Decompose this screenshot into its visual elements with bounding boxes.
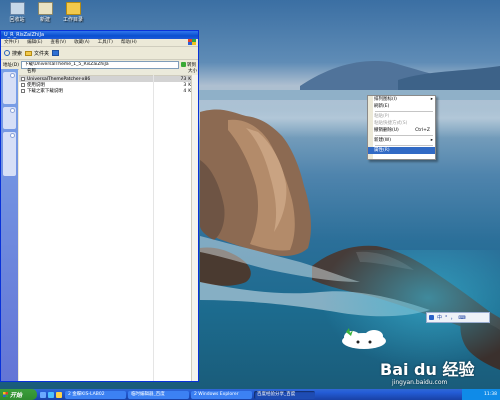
- text-file-icon: [21, 83, 25, 87]
- watermark-url: jingyan.baidu.com: [392, 379, 448, 386]
- system-tray: 11:38: [462, 389, 500, 400]
- menu-item-properties[interactable]: 属性(R): [368, 147, 435, 154]
- sea-glow: [320, 250, 500, 370]
- clock[interactable]: 11:38: [484, 392, 497, 397]
- task-pane: [1, 69, 18, 381]
- taskbar-button[interactable]: 2 Windows Explorer: [191, 390, 252, 399]
- menu-separator: [375, 111, 433, 112]
- menu-bar: 文件(F) 编辑(E) 查看(V) 收藏(A) 工具(T) 帮助(H): [1, 39, 198, 47]
- text-file-icon: [21, 89, 25, 93]
- menu-item-new[interactable]: 新建(W) ▸: [368, 137, 435, 144]
- folders-button-label: 文件夹: [34, 50, 50, 57]
- task-pane-card[interactable]: [3, 107, 16, 129]
- cartoon-cloud-sticker: [342, 328, 386, 349]
- ime-logo-icon[interactable]: [429, 315, 434, 320]
- menu-item-refresh[interactable]: 刷新(E): [368, 103, 435, 110]
- menu-item-paste-shortcut[interactable]: 粘贴快捷方式(S): [368, 120, 435, 127]
- ime-punct-button[interactable]: ，: [451, 314, 456, 321]
- column-divider: [153, 75, 154, 381]
- toolbar: 搜索 文件夹: [1, 47, 198, 60]
- taskbar-button-active[interactable]: 百度经验分享_百度: [254, 390, 315, 399]
- ime-fullwidth-button[interactable]: °: [445, 315, 448, 321]
- start-label: 开始: [10, 392, 23, 399]
- taskbar-button[interactable]: 临时编辑器_百度: [128, 390, 189, 399]
- windows-logo-icon: [188, 39, 196, 45]
- menu-item-undo-delete[interactable]: 撤销删除(U) Ctrl+Z: [368, 127, 435, 134]
- go-arrow-icon: [181, 62, 186, 67]
- submenu-arrow-icon: ▸: [430, 138, 433, 143]
- menu-accelerator: Ctrl+Z: [415, 128, 430, 133]
- go-button-label: 转到: [187, 62, 196, 68]
- start-button[interactable]: 开始: [0, 389, 37, 400]
- work-folder-desktop-icon[interactable]: 工作目录: [60, 2, 86, 23]
- ime-keyboard-button[interactable]: ⌨: [459, 315, 466, 321]
- menu-tools[interactable]: 工具(T): [98, 39, 113, 46]
- address-input[interactable]: 下载\UniversalTheme_1_5_RisZaiZhiJa: [20, 60, 179, 69]
- file-size: 3: [183, 82, 187, 88]
- desktop-icon-label: 工作目录: [62, 17, 83, 23]
- menu-edit[interactable]: 编辑(E): [27, 39, 42, 46]
- media-player-icon[interactable]: [56, 391, 62, 398]
- vertical-scrollbar[interactable]: [191, 75, 198, 381]
- window-titlebar[interactable]: U_R_RisZaiZhiJa: [1, 31, 198, 39]
- views-button[interactable]: [52, 50, 60, 56]
- new-folder-icon: [37, 2, 53, 15]
- collapse-chevron-icon[interactable]: [10, 133, 15, 138]
- menu-separator: [375, 135, 433, 136]
- desktop-context-menu: 排列图标(I) ▸ 刷新(E) 粘贴(P) 粘贴快捷方式(S) 撤销删除(U) Ct…: [367, 95, 436, 160]
- ime-language-bar[interactable]: 中 ° ， ⌨: [426, 312, 490, 323]
- menu-file[interactable]: 文件(F): [4, 39, 19, 46]
- new-desktop-icon[interactable]: 新建: [32, 2, 58, 23]
- folder-icon: [65, 2, 81, 15]
- search-button-label: 搜索: [12, 50, 23, 57]
- search-button[interactable]: 搜索: [4, 50, 22, 57]
- desktop-icon-label: 回收站: [9, 17, 25, 23]
- app-file-icon: [21, 77, 25, 81]
- menu-separator: [375, 145, 433, 146]
- windows-logo-icon: [3, 392, 8, 397]
- recycle-bin-desktop-icon[interactable]: 回收站: [4, 2, 30, 23]
- menu-favorites[interactable]: 收藏(A): [74, 39, 90, 46]
- ime-mode-button[interactable]: 中: [437, 314, 442, 321]
- show-desktop-icon[interactable]: [40, 391, 46, 398]
- collapse-chevron-icon[interactable]: [10, 108, 15, 113]
- file-name: 下载之家下载说明: [26, 89, 63, 94]
- collapse-chevron-icon[interactable]: [10, 73, 15, 78]
- task-pane-card[interactable]: [3, 132, 16, 176]
- recycle-bin-icon: [9, 2, 25, 15]
- explorer-window: U_R_RisZaiZhiJa 文件(F) 编辑(E) 查看(V) 收藏(A) …: [0, 30, 199, 382]
- folder-icon: [25, 50, 33, 56]
- taskbar: 开始 2 金蝶KIS-LAB02 临时编辑器_百度 2 Windows Expl…: [0, 389, 500, 400]
- desktop-icon-label: 新建: [39, 17, 50, 23]
- file-name: UniversalThemePatcher-x86: [26, 76, 91, 82]
- go-button[interactable]: 转到: [181, 62, 198, 68]
- watermark-brand: Bai du 经验: [380, 360, 475, 379]
- menu-item-paste[interactable]: 粘贴(P): [368, 113, 435, 120]
- menu-help[interactable]: 帮助(H): [121, 39, 137, 46]
- list-item[interactable]: 下载之家下载说明 4 KB: [19, 88, 198, 94]
- ie-browser-icon[interactable]: [48, 391, 54, 398]
- view-grid-icon: [52, 50, 60, 56]
- window-title: U_R_RisZaiZhiJa: [4, 32, 45, 38]
- quick-launch: [37, 391, 65, 398]
- address-label: 地址(D): [3, 62, 19, 68]
- folders-button[interactable]: 文件夹: [25, 50, 49, 57]
- taskbar-button[interactable]: 2 金蝶KIS-LAB02: [65, 390, 126, 399]
- baidu-jingyan-watermark: Bai du 经验 jingyan.baidu.com: [380, 356, 474, 386]
- menu-item-arrange-icons[interactable]: 排列图标(I) ▸: [368, 96, 435, 103]
- search-icon: [4, 50, 10, 56]
- task-pane-card[interactable]: [3, 72, 16, 104]
- list-header: 名称 大小: [19, 69, 198, 76]
- file-list: 名称 大小 UniversalThemePatcher-x86 73 KB 使用…: [19, 69, 198, 381]
- file-size: 73: [180, 76, 187, 82]
- file-size: 4: [183, 88, 187, 94]
- submenu-arrow-icon: ▸: [430, 97, 433, 102]
- menu-view[interactable]: 查看(V): [50, 39, 66, 46]
